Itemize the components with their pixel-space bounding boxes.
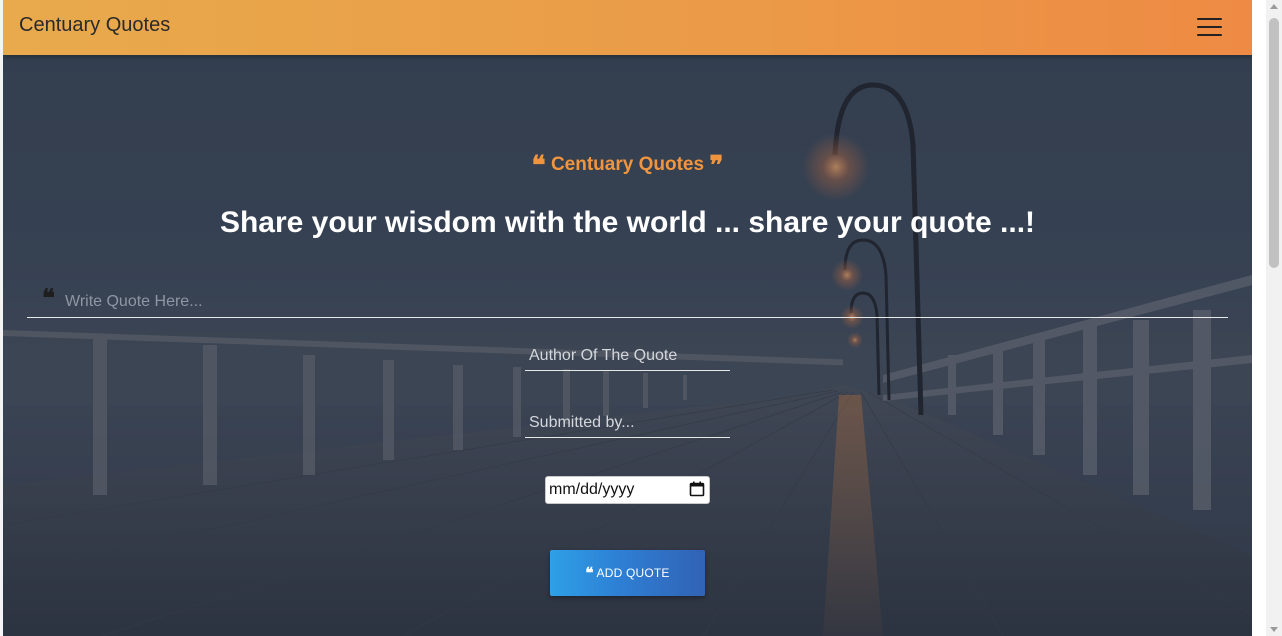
section-title-text: Centuary Quotes [550,154,705,175]
submitted-by-field [525,407,731,438]
section-title: ❝ Centuary Quotes ❞ [3,151,1252,181]
scroll-down-arrow-icon[interactable] [1270,627,1278,632]
date-input[interactable]: mm/dd/yyyy [545,476,710,504]
navbar-brand[interactable]: Centuary Quotes [19,14,170,37]
navbar: Centuary Quotes [3,0,1252,55]
add-quote-button[interactable]: ❝ ADD QUOTE [550,550,705,596]
quote-close-icon: ❞ [709,151,724,181]
scroll-up-arrow-icon[interactable] [1270,4,1278,9]
page-viewport: Centuary Quotes ❝ Centuary Quotes ❞ Shar… [3,0,1252,636]
quote-left-icon: ❝ [585,564,594,582]
quote-field: ❝ [27,285,1228,318]
hamburger-menu-icon[interactable] [1197,16,1222,38]
hero-section: ❝ Centuary Quotes ❞ Share your wisdom wi… [3,55,1252,636]
vertical-scrollbar[interactable] [1266,0,1282,636]
author-input[interactable] [527,344,731,368]
author-field [525,340,731,371]
add-quote-button-label: ADD QUOTE [596,566,670,580]
quote-left-icon: ❝ [42,283,55,312]
calendar-icon[interactable] [689,481,705,497]
submitted-by-input[interactable] [527,411,731,435]
scrollbar-thumb[interactable] [1269,18,1279,268]
date-placeholder: mm/dd/yyyy [549,481,635,498]
quote-open-icon: ❝ [531,151,546,181]
page-headline: Share your wisdom with the world ... sha… [219,206,1036,239]
quote-input[interactable] [63,289,1217,315]
